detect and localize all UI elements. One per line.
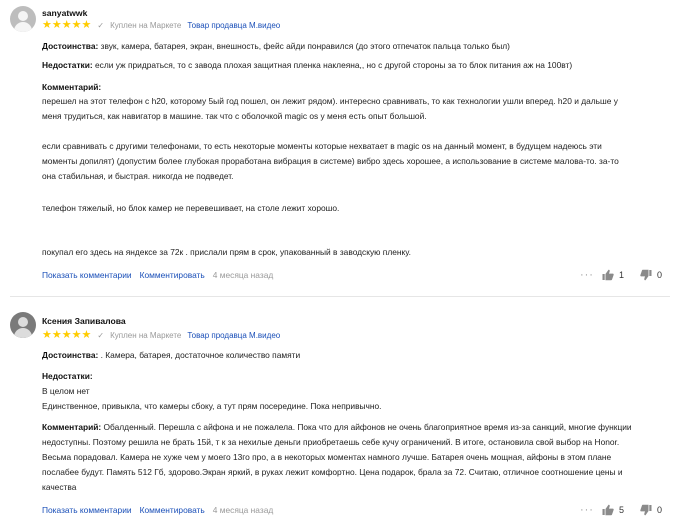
star-icon: ★ (81, 19, 92, 31)
vote-actions: ··· 5 0 (580, 503, 662, 517)
comment-line: покупал его здесь на яндексе за 72к . пр… (42, 247, 411, 257)
review-date: 4 месяца назад (212, 505, 274, 515)
rating-stars: ★ ★ ★ ★ ★ (42, 329, 92, 341)
review-actions: Показать комментарии Комментировать 4 ме… (42, 268, 662, 282)
pros-text: звук, камера, батарея, экран, внешность,… (100, 41, 510, 51)
likes-count: 1 (618, 270, 624, 280)
star-icon: ★ (42, 19, 52, 31)
comment-line: телефон тяжелый, но блок камер не переве… (42, 203, 340, 213)
pros-row: Достоинства: . Камера, батарея, достаточ… (42, 348, 662, 363)
check-icon: ✓ (97, 20, 105, 30)
pros-row: Достоинства: звук, камера, батарея, экра… (42, 39, 662, 54)
review-author[interactable]: sanyatwwk (42, 8, 87, 18)
show-comments-link[interactable]: Показать комментарии (42, 505, 132, 515)
purchase-source: Куплен на Маркете (110, 20, 182, 30)
pros-label: Достоинства: (42, 350, 99, 360)
review-date: 4 месяца назад (212, 270, 274, 280)
seller-link[interactable]: Товар продавца М.видео (187, 21, 280, 30)
comment-button[interactable]: Комментировать (140, 505, 205, 515)
cons-label: Недостатки: (42, 371, 93, 381)
comment-row: Комментарий: Обалденный. Перешла с айфон… (42, 420, 662, 435)
vote-actions: ··· 1 0 (580, 268, 662, 282)
comment-line: она стабильная, и быстрая. никогда не по… (42, 171, 234, 181)
comment-line: меня трудиться, как навигатор в машине. … (42, 111, 427, 121)
star-icon: ★ (81, 329, 92, 341)
review-divider (10, 296, 670, 297)
comment-line: перешел на этот телефон с h20, которому … (42, 96, 618, 106)
comment-label: Комментарий: (42, 82, 102, 92)
thumbs-up-icon[interactable] (602, 269, 614, 281)
cons-line: Единственное, привыкла, что камеры сбоку… (42, 401, 382, 411)
cons-line: В целом нет (42, 386, 90, 396)
show-comments-link[interactable]: Показать комментарии (42, 270, 132, 280)
review-author[interactable]: Ксения Запивалова (42, 316, 126, 326)
comment-line: послабее будут. Память 512 Гб, здорово.Э… (42, 467, 623, 477)
star-icon: ★ (51, 329, 62, 341)
comment-line: если сравнивать с другими телефонами, то… (42, 141, 602, 151)
star-icon: ★ (61, 19, 72, 31)
pros-label: Достоинства: (42, 41, 99, 51)
review-meta: ★ ★ ★ ★ ★ ✓ Куплен на Маркете Товар продавца… (42, 19, 280, 31)
star-icon: ★ (51, 19, 62, 31)
dislikes-count: 0 (656, 270, 662, 280)
thumbs-down-icon[interactable] (640, 269, 652, 281)
seller-link[interactable]: Товар продавца М.видео (187, 331, 280, 340)
dislikes-count: 0 (656, 505, 662, 515)
check-icon: ✓ (97, 330, 105, 340)
comment-line: моменты допилят) (допустим более глубока… (42, 156, 619, 166)
comment-line: недоступны. Поэтому решила не брать 15й,… (42, 437, 620, 447)
star-icon: ★ (71, 19, 82, 31)
more-options-icon[interactable]: ··· (580, 504, 594, 516)
comment-button[interactable]: Комментировать (140, 270, 205, 280)
star-icon: ★ (71, 329, 82, 341)
more-options-icon[interactable]: ··· (580, 269, 594, 281)
comment-label: Комментарий: (42, 422, 102, 432)
avatar[interactable] (10, 312, 36, 338)
review-actions: Показать комментарии Комментировать 4 ме… (42, 503, 662, 517)
thumbs-up-icon[interactable] (602, 504, 614, 516)
avatar[interactable] (10, 6, 36, 32)
pros-text: . Камера, батарея, достаточное количеств… (100, 350, 301, 360)
thumbs-down-icon[interactable] (640, 504, 652, 516)
review-meta: ★ ★ ★ ★ ★ ✓ Куплен на Маркете Товар продавца… (42, 329, 280, 341)
likes-count: 5 (618, 505, 624, 515)
rating-stars: ★ ★ ★ ★ ★ (42, 19, 92, 31)
comment-line: качества (42, 482, 77, 492)
cons-label: Недостатки: (42, 60, 93, 70)
star-icon: ★ (42, 329, 52, 341)
cons-row: Недостатки: если уж придраться, то с зав… (42, 58, 662, 73)
comment-line: Обалденный. Перешла с айфона и не пожале… (103, 422, 632, 432)
cons-text: если уж придраться, то с завода плохая з… (95, 60, 573, 70)
star-icon: ★ (61, 329, 72, 341)
comment-line: Весьма порадовал. Камера не хуже чем у м… (42, 452, 612, 462)
purchase-source: Куплен на Маркете (110, 330, 182, 340)
